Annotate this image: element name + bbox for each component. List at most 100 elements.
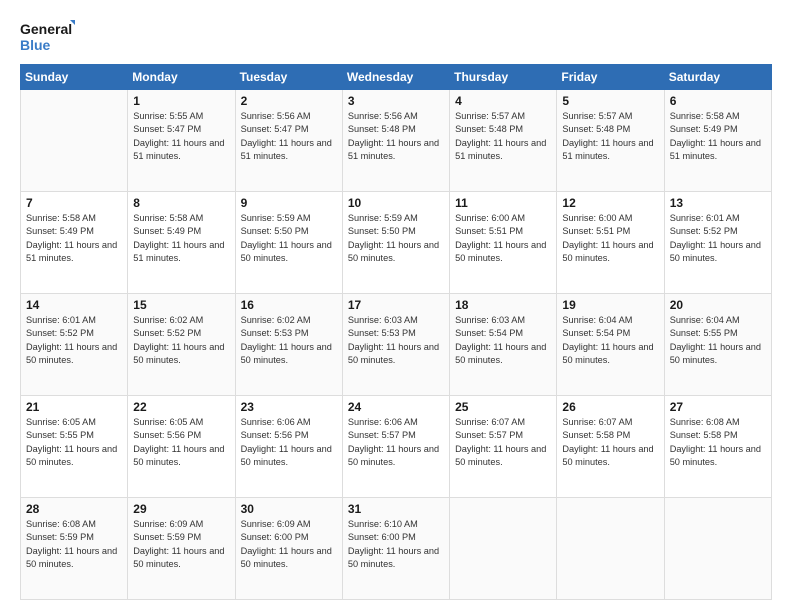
calendar-cell: 7 Sunrise: 5:58 AM Sunset: 5:49 PM Daylig… — [21, 192, 128, 294]
day-number: 4 — [455, 94, 551, 108]
day-info: Sunrise: 6:02 AM Sunset: 5:53 PM Dayligh… — [241, 314, 337, 367]
day-info: Sunrise: 6:08 AM Sunset: 5:59 PM Dayligh… — [26, 518, 122, 571]
day-number: 20 — [670, 298, 766, 312]
calendar-cell: 29 Sunrise: 6:09 AM Sunset: 5:59 PM Dayli… — [128, 498, 235, 600]
calendar-cell: 2 Sunrise: 5:56 AM Sunset: 5:47 PM Daylig… — [235, 90, 342, 192]
calendar-cell: 9 Sunrise: 5:59 AM Sunset: 5:50 PM Daylig… — [235, 192, 342, 294]
day-number: 22 — [133, 400, 229, 414]
day-info: Sunrise: 6:09 AM Sunset: 5:59 PM Dayligh… — [133, 518, 229, 571]
calendar-week-row: 7 Sunrise: 5:58 AM Sunset: 5:49 PM Daylig… — [21, 192, 772, 294]
calendar-cell: 6 Sunrise: 5:58 AM Sunset: 5:49 PM Daylig… — [664, 90, 771, 192]
day-number: 16 — [241, 298, 337, 312]
day-info: Sunrise: 6:10 AM Sunset: 6:00 PM Dayligh… — [348, 518, 444, 571]
day-number: 9 — [241, 196, 337, 210]
calendar-cell: 20Sunrise: 6:04 AM Sunset: 5:55 PM Dayli… — [664, 294, 771, 396]
calendar-cell: 12 Sunrise: 6:00 AM Sunset: 5:51 PM Dayli… — [557, 192, 664, 294]
day-info: Sunrise: 5:56 AM Sunset: 5:47 PM Dayligh… — [241, 110, 337, 163]
day-info: Sunrise: 6:07 AM Sunset: 5:58 PM Dayligh… — [562, 416, 658, 469]
calendar-day-header: Thursday — [450, 65, 557, 90]
day-info: Sunrise: 5:57 AM Sunset: 5:48 PM Dayligh… — [455, 110, 551, 163]
day-number: 21 — [26, 400, 122, 414]
day-number: 14 — [26, 298, 122, 312]
calendar-day-header: Wednesday — [342, 65, 449, 90]
calendar-cell: 17 Sunrise: 6:03 AM Sunset: 5:53 PM Dayli… — [342, 294, 449, 396]
day-info: Sunrise: 5:57 AM Sunset: 5:48 PM Dayligh… — [562, 110, 658, 163]
logo-svg: General Blue — [20, 18, 75, 54]
calendar-cell: 11 Sunrise: 6:00 AM Sunset: 5:51 PM Dayli… — [450, 192, 557, 294]
day-number: 30 — [241, 502, 337, 516]
day-number: 3 — [348, 94, 444, 108]
day-info: Sunrise: 6:00 AM Sunset: 5:51 PM Dayligh… — [455, 212, 551, 265]
day-info: Sunrise: 6:08 AM Sunset: 5:58 PM Dayligh… — [670, 416, 766, 469]
day-number: 27 — [670, 400, 766, 414]
day-number: 13 — [670, 196, 766, 210]
calendar-cell: 15Sunrise: 6:02 AM Sunset: 5:52 PM Dayli… — [128, 294, 235, 396]
calendar-day-header: Friday — [557, 65, 664, 90]
day-info: Sunrise: 6:07 AM Sunset: 5:57 PM Dayligh… — [455, 416, 551, 469]
day-info: Sunrise: 5:58 AM Sunset: 5:49 PM Dayligh… — [670, 110, 766, 163]
day-info: Sunrise: 6:03 AM Sunset: 5:53 PM Dayligh… — [348, 314, 444, 367]
calendar-day-header: Sunday — [21, 65, 128, 90]
calendar-cell: 1 Sunrise: 5:55 AM Sunset: 5:47 PM Daylig… — [128, 90, 235, 192]
day-number: 2 — [241, 94, 337, 108]
calendar-cell: 5 Sunrise: 5:57 AM Sunset: 5:48 PM Daylig… — [557, 90, 664, 192]
calendar-cell: 10 Sunrise: 5:59 AM Sunset: 5:50 PM Dayli… — [342, 192, 449, 294]
day-number: 5 — [562, 94, 658, 108]
calendar-cell: 18 Sunrise: 6:03 AM Sunset: 5:54 PM Dayli… — [450, 294, 557, 396]
day-number: 19 — [562, 298, 658, 312]
calendar-day-header: Saturday — [664, 65, 771, 90]
page: General Blue SundayMondayTuesdayWednesda… — [0, 0, 792, 612]
day-info: Sunrise: 5:59 AM Sunset: 5:50 PM Dayligh… — [348, 212, 444, 265]
calendar-week-row: 28 Sunrise: 6:08 AM Sunset: 5:59 PM Dayli… — [21, 498, 772, 600]
day-info: Sunrise: 6:03 AM Sunset: 5:54 PM Dayligh… — [455, 314, 551, 367]
calendar-table: SundayMondayTuesdayWednesdayThursdayFrid… — [20, 64, 772, 600]
svg-text:Blue: Blue — [20, 37, 51, 53]
day-info: Sunrise: 5:58 AM Sunset: 5:49 PM Dayligh… — [133, 212, 229, 265]
day-number: 18 — [455, 298, 551, 312]
day-info: Sunrise: 5:55 AM Sunset: 5:47 PM Dayligh… — [133, 110, 229, 163]
day-info: Sunrise: 5:59 AM Sunset: 5:50 PM Dayligh… — [241, 212, 337, 265]
calendar-cell — [664, 498, 771, 600]
day-number: 28 — [26, 502, 122, 516]
day-number: 7 — [26, 196, 122, 210]
calendar-cell: 21 Sunrise: 6:05 AM Sunset: 5:55 PM Dayli… — [21, 396, 128, 498]
day-info: Sunrise: 5:56 AM Sunset: 5:48 PM Dayligh… — [348, 110, 444, 163]
day-number: 24 — [348, 400, 444, 414]
calendar-cell: 23 Sunrise: 6:06 AM Sunset: 5:56 PM Dayli… — [235, 396, 342, 498]
calendar-cell — [21, 90, 128, 192]
day-number: 6 — [670, 94, 766, 108]
calendar-cell: 31 Sunrise: 6:10 AM Sunset: 6:00 PM Dayli… — [342, 498, 449, 600]
day-info: Sunrise: 6:05 AM Sunset: 5:55 PM Dayligh… — [26, 416, 122, 469]
calendar-day-header: Monday — [128, 65, 235, 90]
calendar-cell: 26Sunrise: 6:07 AM Sunset: 5:58 PM Dayli… — [557, 396, 664, 498]
calendar-cell: 8 Sunrise: 5:58 AM Sunset: 5:49 PM Daylig… — [128, 192, 235, 294]
calendar-cell — [450, 498, 557, 600]
calendar-header-row: SundayMondayTuesdayWednesdayThursdayFrid… — [21, 65, 772, 90]
header: General Blue — [20, 18, 772, 54]
day-info: Sunrise: 5:58 AM Sunset: 5:49 PM Dayligh… — [26, 212, 122, 265]
calendar-week-row: 21 Sunrise: 6:05 AM Sunset: 5:55 PM Dayli… — [21, 396, 772, 498]
day-number: 11 — [455, 196, 551, 210]
day-number: 29 — [133, 502, 229, 516]
calendar-week-row: 14Sunrise: 6:01 AM Sunset: 5:52 PM Dayli… — [21, 294, 772, 396]
day-number: 17 — [348, 298, 444, 312]
day-info: Sunrise: 6:06 AM Sunset: 5:56 PM Dayligh… — [241, 416, 337, 469]
day-number: 15 — [133, 298, 229, 312]
day-number: 10 — [348, 196, 444, 210]
day-number: 8 — [133, 196, 229, 210]
day-info: Sunrise: 6:00 AM Sunset: 5:51 PM Dayligh… — [562, 212, 658, 265]
day-number: 12 — [562, 196, 658, 210]
svg-text:General: General — [20, 21, 72, 37]
day-info: Sunrise: 6:06 AM Sunset: 5:57 PM Dayligh… — [348, 416, 444, 469]
calendar-cell: 30Sunrise: 6:09 AM Sunset: 6:00 PM Dayli… — [235, 498, 342, 600]
day-number: 1 — [133, 94, 229, 108]
calendar-cell: 22Sunrise: 6:05 AM Sunset: 5:56 PM Dayli… — [128, 396, 235, 498]
calendar-cell: 4 Sunrise: 5:57 AM Sunset: 5:48 PM Daylig… — [450, 90, 557, 192]
day-number: 23 — [241, 400, 337, 414]
calendar-cell: 13 Sunrise: 6:01 AM Sunset: 5:52 PM Dayli… — [664, 192, 771, 294]
day-number: 31 — [348, 502, 444, 516]
calendar-cell: 27 Sunrise: 6:08 AM Sunset: 5:58 PM Dayli… — [664, 396, 771, 498]
day-info: Sunrise: 6:01 AM Sunset: 5:52 PM Dayligh… — [670, 212, 766, 265]
calendar-cell: 28 Sunrise: 6:08 AM Sunset: 5:59 PM Dayli… — [21, 498, 128, 600]
day-number: 25 — [455, 400, 551, 414]
